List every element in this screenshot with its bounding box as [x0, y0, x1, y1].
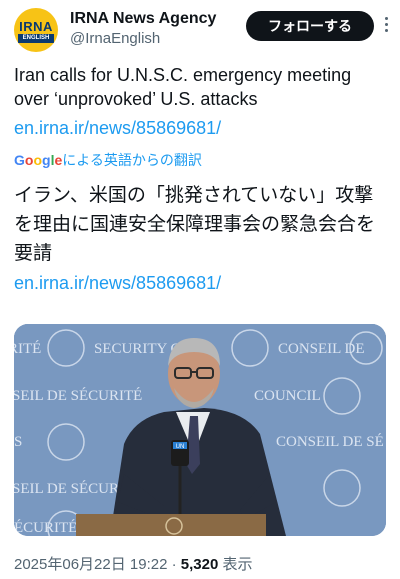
press-conference-photo: RITÉ SECURITY C CONSEIL DE SEIL DE SÉCUR… [14, 324, 386, 536]
svg-text:SECURITY C: SECURITY C [94, 341, 181, 357]
more-options-icon[interactable] [380, 15, 392, 37]
translation-attribution[interactable]: Googleによる英語からの翻訳 [14, 150, 202, 170]
tweet-link-translated[interactable]: en.irna.ir/news/85869681/ [14, 271, 221, 295]
svg-text:RITÉ: RITÉ [14, 340, 41, 357]
svg-text:COUNCIL: COUNCIL [254, 388, 321, 404]
svg-text:UN: UN [176, 444, 185, 450]
tweet-timestamp[interactable]: 2025年06月22日 19:22 [14, 556, 167, 573]
tweet-text-original: Iran calls for U.N.S.C. emergency meetin… [14, 65, 352, 109]
account-handle[interactable]: @IrnaEnglish [70, 30, 160, 47]
translation-label: による英語からの翻訳 [62, 152, 202, 168]
svg-text:SEIL DE SÉCURITÉ: SEIL DE SÉCURITÉ [14, 387, 142, 404]
view-count: 5,320 [180, 556, 219, 573]
tweet-meta: 2025年06月22日 19:22 · 5,320 表示 [14, 556, 253, 573]
avatar-logo-subtext: ENGLISH [18, 34, 54, 43]
tweet-text-translated: イラン、米国の「挑発されていない」攻撃を理由に国連安全保障理事会の緊急会合を要請 [14, 185, 376, 264]
avatar-logo-text: IRNA [19, 19, 53, 34]
svg-text:ÉCURITÉ: ÉCURITÉ [14, 519, 77, 536]
views-label: 表示 [218, 556, 253, 573]
tweet-header: IRNA ENGLISH IRNA News Agency @IrnaEngli… [14, 8, 388, 52]
account-name[interactable]: IRNA News Agency [70, 10, 216, 28]
account-avatar[interactable]: IRNA ENGLISH [14, 8, 58, 52]
svg-text:S: S [14, 434, 22, 450]
svg-text:CONSEIL DE: CONSEIL DE [278, 341, 365, 357]
tweet-link-original[interactable]: en.irna.ir/news/85869681/ [14, 116, 221, 140]
follow-button[interactable]: フォローする [246, 11, 374, 41]
tweet-media-image[interactable]: RITÉ SECURITY C CONSEIL DE SEIL DE SÉCUR… [14, 324, 386, 536]
svg-text:CONSEIL DE SÉ: CONSEIL DE SÉ [276, 433, 384, 450]
google-logo: Google [14, 152, 63, 168]
